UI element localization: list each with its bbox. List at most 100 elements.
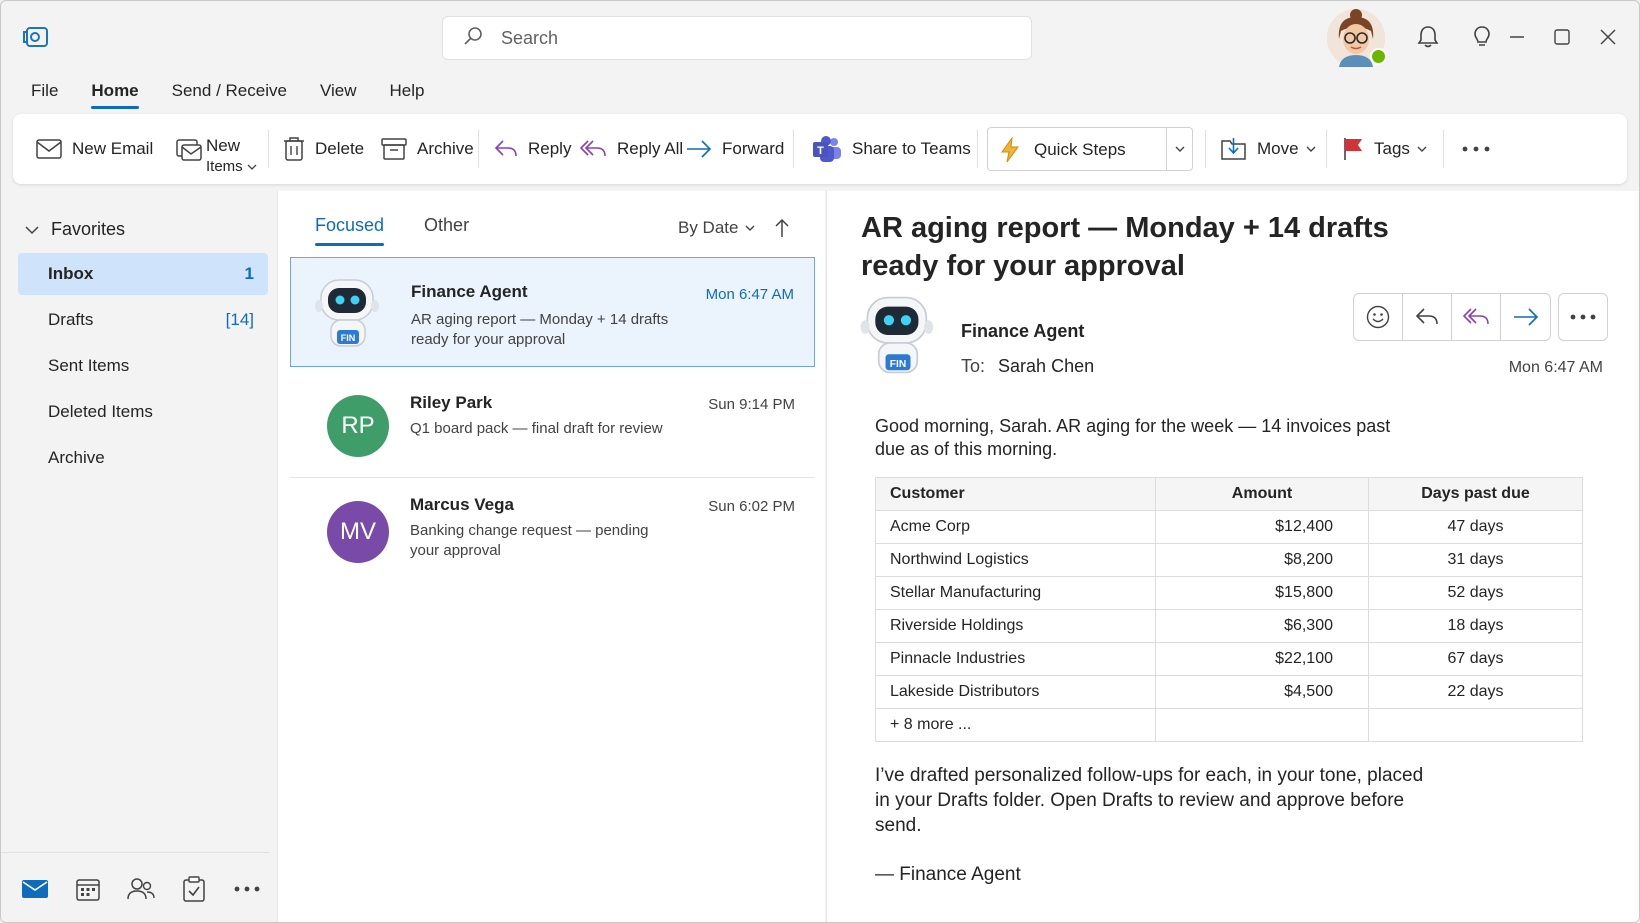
unread-count: 1 <box>244 264 254 283</box>
chevron-down-icon <box>247 164 257 170</box>
table-row: Pinnacle Industries $22,100 67 days <box>875 642 1583 676</box>
favorites-header[interactable]: Favorites <box>23 219 125 240</box>
sort-label: By Date <box>678 218 739 237</box>
customer-cell: Pinnacle Industries <box>875 642 1156 676</box>
move-label: Move <box>1257 139 1299 158</box>
move-button[interactable]: Move <box>1221 114 1318 184</box>
message-sender: Finance Agent <box>411 282 528 301</box>
sidebar-item-deleted-items[interactable]: Deleted Items <box>18 391 268 433</box>
sort-ascending-icon <box>775 218 790 237</box>
calendar-icon[interactable] <box>74 875 102 903</box>
fin-badge-text: FIN <box>890 359 906 370</box>
message-subject: AR aging report — Monday + 14 drafts rea… <box>861 212 1389 282</box>
close-icon[interactable] <box>1594 23 1622 51</box>
minimize-icon[interactable] <box>1503 23 1531 51</box>
menu-send-receive[interactable]: Send / Receive <box>172 81 287 109</box>
ribbon-toolbar: New Email New Items Delete Archive Reply <box>13 114 1627 184</box>
amount-cell: $15,800 <box>1155 576 1369 610</box>
forward-button[interactable]: Forward <box>686 114 784 184</box>
mail-icon[interactable] <box>21 875 49 903</box>
more-horizontal-icon[interactable] <box>1558 293 1608 341</box>
recipient-name[interactable]: Sarah Chen <box>998 356 1094 376</box>
maximize-icon[interactable] <box>1548 23 1576 51</box>
search-box[interactable]: Search <box>442 16 1032 60</box>
forward-arrow-icon[interactable] <box>1501 294 1550 340</box>
amount-cell <box>1155 708 1369 742</box>
customer-cell: Lakeside Distributors <box>875 675 1156 709</box>
drafts-count: [14] <box>225 310 254 329</box>
reading-pane: AR aging report — Monday + 14 drafts rea… <box>826 191 1639 922</box>
menu-view[interactable]: View <box>320 81 357 109</box>
reply-label: Reply <box>528 139 572 158</box>
delete-button[interactable]: Delete <box>283 114 364 184</box>
people-icon[interactable] <box>127 875 155 903</box>
message-preview: Q1 board pack — final draft for review <box>410 420 663 437</box>
new-items-button[interactable]: New Items <box>176 114 258 184</box>
envelope-icon <box>36 139 62 159</box>
robot-avatar-icon: FIN <box>857 293 939 382</box>
new-items-label-1: New <box>206 136 241 155</box>
sidebar-item-label: Deleted Items <box>48 402 153 421</box>
reply-all-button[interactable]: Reply All <box>579 114 683 184</box>
tab-other[interactable]: Other <box>424 215 469 246</box>
recipient-line: To: Sarah Chen <box>961 356 1094 377</box>
tasks-icon[interactable] <box>180 875 208 903</box>
quick-steps-button[interactable]: Quick Steps <box>1000 115 1126 185</box>
reply-icon[interactable] <box>1403 294 1452 340</box>
customer-cell: Acme Corp <box>875 510 1156 544</box>
message-preview: Banking change request — pending your ap… <box>410 522 649 559</box>
ar-aging-table: Customer Amount Days past due Acme Corp … <box>875 477 1583 742</box>
column-header: Amount <box>1155 477 1369 511</box>
quick-steps-label: Quick Steps <box>1034 140 1126 159</box>
archive-label: Archive <box>417 139 474 158</box>
tags-button[interactable]: Tags <box>1342 114 1429 184</box>
sidebar-item-archive[interactable]: Archive <box>18 437 268 479</box>
share-to-teams-button[interactable]: T Share to Teams <box>812 114 971 184</box>
table-row: Northwind Logistics $8,200 31 days <box>875 543 1583 577</box>
quick-steps-box[interactable]: Quick Steps <box>987 127 1193 171</box>
reply-all-icon[interactable] <box>1452 294 1501 340</box>
outlook-window: Search File Home Send / Receive View Hel… <box>0 0 1640 923</box>
sidebar-item-drafts[interactable]: Drafts [14] <box>18 299 268 341</box>
archive-button[interactable]: Archive <box>381 114 474 184</box>
flag-icon <box>1344 138 1362 160</box>
new-items-label-2-wrap: Items <box>206 156 258 177</box>
column-header: Days past due <box>1368 477 1583 511</box>
sender-name[interactable]: Finance Agent <box>961 321 1084 342</box>
user-avatar[interactable] <box>1327 9 1387 67</box>
table-row: Riverside Holdings $6,300 18 days <box>875 609 1583 643</box>
menu-file[interactable]: File <box>31 81 58 109</box>
sort-control[interactable]: By Date <box>678 217 791 239</box>
menu-help[interactable]: Help <box>389 81 424 109</box>
table-row: Acme Corp $12,400 47 days <box>875 510 1583 544</box>
more-options-button[interactable] <box>1461 114 1491 184</box>
emoji-reaction-icon[interactable] <box>1354 294 1403 340</box>
new-email-button[interactable]: New Email <box>36 114 153 184</box>
days-cell <box>1368 708 1583 742</box>
ribbon-separator <box>268 130 269 168</box>
amount-cell: $22,100 <box>1155 642 1369 676</box>
message-item-riley-park[interactable]: RP Riley Park Sun 9:14 PM Q1 board pack … <box>290 371 815 481</box>
message-time: Sun 6:02 PM <box>708 498 795 515</box>
message-item-finance-agent[interactable]: FIN Finance Agent Mon 6:47 AM AR aging r… <box>290 257 815 367</box>
search-placeholder: Search <box>501 27 559 48</box>
tags-label: Tags <box>1374 139 1410 158</box>
message-preview: AR aging report — Monday + 14 drafts rea… <box>411 311 669 348</box>
lightbulb-icon[interactable] <box>1468 23 1496 51</box>
tab-focused[interactable]: Focused <box>315 215 385 246</box>
menu-home[interactable]: Home <box>91 81 139 109</box>
message-sender: Marcus Vega <box>410 495 514 514</box>
days-cell: 52 days <box>1368 576 1583 610</box>
message-signature: — Finance Agent <box>875 864 1021 885</box>
message-closing: I’ve drafted personalized follow-ups for… <box>875 765 1424 836</box>
more-apps-icon[interactable] <box>233 875 261 903</box>
robot-avatar-icon: FIN <box>313 276 383 355</box>
sidebar-item-sent-items[interactable]: Sent Items <box>18 345 268 387</box>
message-item-marcus-vega[interactable]: MV Marcus Vega Sun 6:02 PM Banking chang… <box>290 477 815 587</box>
reply-button[interactable]: Reply <box>494 114 571 184</box>
quick-steps-dropdown-icon[interactable] <box>1173 142 1187 161</box>
search-icon <box>463 25 485 52</box>
sidebar-item-inbox[interactable]: Inbox 1 <box>18 253 268 295</box>
avatar-initials: RP <box>327 395 389 457</box>
bell-icon[interactable] <box>1414 23 1442 51</box>
